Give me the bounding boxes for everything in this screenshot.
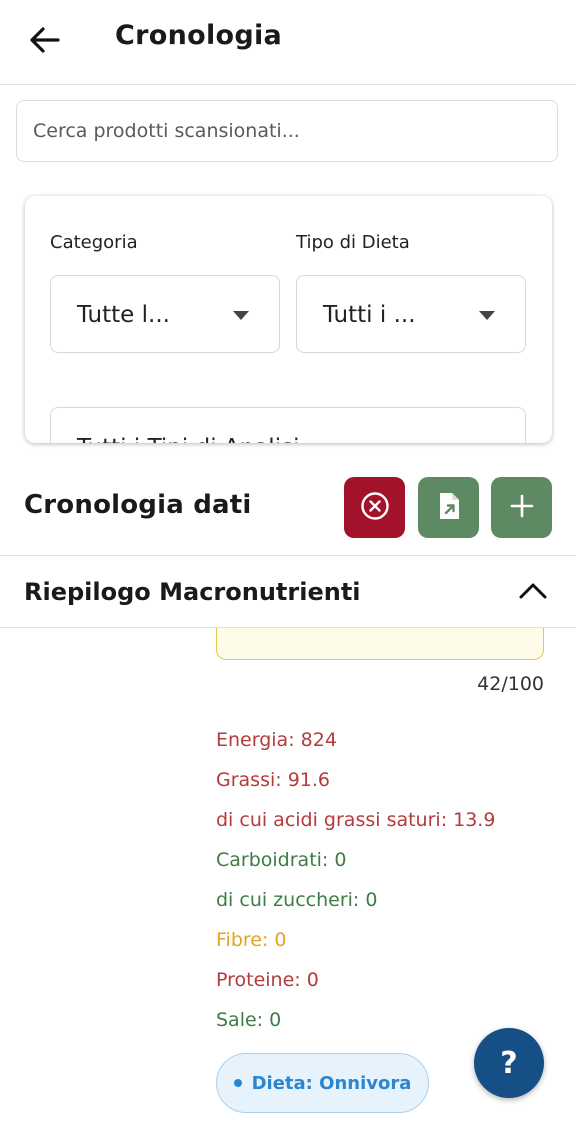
macro-summary-title: Riepilogo Macronutrienti	[24, 578, 361, 606]
divider	[0, 627, 576, 628]
diet-chip-label: Dieta: Onnivora	[251, 1072, 412, 1094]
app-bar: Cronologia	[0, 0, 576, 85]
category-label: Categoria	[50, 232, 138, 253]
nutrient-salt: Sale: 0	[216, 1009, 282, 1031]
back-arrow-icon[interactable]	[26, 22, 66, 58]
nutrient-sugars: di cui zuccheri: 0	[216, 889, 378, 911]
chevron-up-icon[interactable]	[518, 580, 548, 602]
clear-history-button[interactable]	[344, 477, 405, 538]
search-input[interactable]	[16, 100, 558, 162]
nutrient-energy: Energia: 824	[216, 729, 337, 751]
score-value: 42/100	[477, 673, 544, 695]
filter-card: Categoria Tipo di Dieta Tutte l... Tutti…	[25, 196, 552, 443]
category-dropdown-value: Tutte l...	[77, 302, 170, 328]
clear-circle-icon	[359, 490, 391, 526]
analysis-type-dropdown-value: Tutti i Tipi di Analisi	[77, 435, 299, 443]
diet-type-label: Tipo di Dieta	[296, 232, 410, 253]
dot-icon	[233, 1079, 242, 1087]
dropdown-arrow-icon	[233, 311, 249, 320]
diet-chip: Dieta: Onnivora	[216, 1053, 429, 1113]
export-button[interactable]	[418, 477, 479, 538]
page-title: Cronologia	[115, 20, 283, 51]
nutrient-fat: Grassi: 91.6	[216, 769, 330, 791]
diet-type-dropdown-value: Tutti i ...	[323, 302, 416, 328]
dropdown-arrow-icon	[479, 311, 495, 320]
plus-icon	[508, 492, 536, 524]
history-section-title: Cronologia dati	[24, 490, 252, 520]
export-file-icon	[434, 490, 464, 526]
nutrient-fiber: Fibre: 0	[216, 929, 287, 951]
nutrient-saturated-fat: di cui acidi grassi saturi: 13.9	[216, 809, 496, 831]
nutrient-protein: Proteine: 0	[216, 969, 319, 991]
help-button[interactable]: ?	[474, 1028, 544, 1098]
diet-type-dropdown[interactable]: Tutti i ...	[296, 275, 526, 353]
add-button[interactable]	[491, 477, 552, 538]
category-dropdown[interactable]: Tutte l...	[50, 275, 280, 353]
analysis-type-dropdown[interactable]: Tutti i Tipi di Analisi	[50, 407, 526, 443]
nutrient-carbohydrates: Carboidrati: 0	[216, 849, 347, 871]
